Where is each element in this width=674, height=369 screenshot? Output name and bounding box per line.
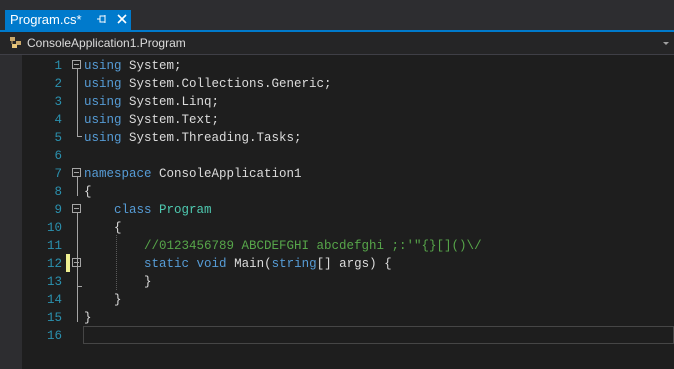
code-line[interactable]: namespace ConsoleApplication1 bbox=[84, 165, 302, 183]
code-line[interactable]: static void Main(string[] args) { bbox=[84, 255, 392, 273]
line-number: 9 bbox=[54, 203, 62, 217]
type-token: Program bbox=[159, 203, 212, 217]
navigation-bar[interactable]: ConsoleApplication1.Program bbox=[0, 32, 674, 55]
class-icon bbox=[9, 36, 24, 50]
keyword-token: namespace bbox=[84, 167, 152, 181]
line-number: 13 bbox=[46, 275, 62, 289]
close-icon[interactable] bbox=[115, 10, 129, 30]
keyword-token: void bbox=[196, 257, 227, 271]
outline-guide-end bbox=[77, 286, 82, 287]
code-token: } bbox=[84, 275, 152, 289]
code-line[interactable]: using System.Collections.Generic; bbox=[84, 75, 332, 93]
keyword-token: using bbox=[84, 95, 122, 109]
keyword-token: class bbox=[114, 203, 152, 217]
line-number: 5 bbox=[54, 131, 62, 145]
line-number: 12 bbox=[46, 257, 62, 271]
tab-title: Program.cs* bbox=[10, 12, 82, 27]
keyword-token: using bbox=[84, 131, 122, 145]
outline-guide-end bbox=[77, 136, 82, 137]
outline-guide bbox=[77, 69, 78, 136]
code-token: { bbox=[84, 221, 122, 235]
code-line[interactable]: { bbox=[84, 183, 92, 201]
document-tab-strip: Program.cs* bbox=[0, 0, 674, 30]
chevron-down-icon[interactable] bbox=[661, 35, 671, 51]
code-token: Main( bbox=[226, 257, 272, 271]
line-number: 16 bbox=[46, 329, 62, 343]
code-editor[interactable]: 1 2 3 4 5 6 7 8 9 10 11 12 13 14 15 16 using System; usi… bbox=[0, 55, 674, 369]
line-number: 4 bbox=[54, 113, 62, 127]
line-number: 15 bbox=[46, 311, 62, 325]
code-line[interactable]: //0123456789 ABCDEFGHI abcdefghi ;:'"{}[… bbox=[84, 237, 482, 255]
line-number: 14 bbox=[46, 293, 62, 307]
line-number: 3 bbox=[54, 95, 62, 109]
collapse-icon[interactable] bbox=[72, 168, 81, 177]
code-token: System; bbox=[121, 59, 182, 73]
keyword-token: using bbox=[84, 77, 122, 91]
collapse-icon[interactable] bbox=[72, 258, 81, 267]
pin-icon[interactable] bbox=[95, 10, 109, 30]
collapse-icon[interactable] bbox=[72, 60, 81, 69]
line-number: 2 bbox=[54, 77, 62, 91]
outline-guide bbox=[77, 267, 78, 286]
unsaved-change-marker bbox=[66, 254, 70, 272]
code-token: } bbox=[84, 311, 92, 325]
code-token: System.Collections.Generic; bbox=[121, 77, 332, 91]
code-line[interactable]: using System.Linq; bbox=[84, 93, 219, 111]
indicator-margin bbox=[0, 55, 22, 369]
code-line[interactable]: using System.Text; bbox=[84, 111, 219, 129]
line-number: 1 bbox=[54, 59, 62, 73]
line-number: 7 bbox=[54, 167, 62, 181]
line-number: 8 bbox=[54, 185, 62, 199]
scope-label: ConsoleApplication1.Program bbox=[27, 36, 186, 50]
code-token: { bbox=[84, 185, 92, 199]
code-line[interactable]: } bbox=[84, 273, 152, 291]
code-token: System.Text; bbox=[121, 113, 220, 127]
code-line[interactable]: } bbox=[84, 291, 122, 309]
code-line[interactable]: class Program bbox=[84, 201, 212, 219]
tab-program-cs[interactable]: Program.cs* bbox=[5, 10, 131, 30]
line-number: 11 bbox=[46, 239, 62, 253]
line-number: 6 bbox=[54, 149, 62, 163]
outline-guide bbox=[77, 177, 78, 196]
code-token: System.Threading.Tasks; bbox=[121, 131, 302, 145]
current-line-highlight bbox=[83, 326, 674, 344]
code-token: [] args) { bbox=[316, 257, 392, 271]
code-line[interactable]: using System; bbox=[84, 57, 182, 75]
collapse-icon[interactable] bbox=[72, 204, 81, 213]
code-line[interactable]: { bbox=[84, 219, 122, 237]
code-token: ConsoleApplication1 bbox=[151, 167, 302, 181]
code-token: System.Linq; bbox=[121, 95, 220, 109]
comment-token: //0123456789 ABCDEFGHI abcdefghi ;:'"{}[… bbox=[84, 239, 482, 253]
keyword-token: static bbox=[144, 257, 190, 271]
keyword-token: using bbox=[84, 113, 122, 127]
code-line[interactable]: using System.Threading.Tasks; bbox=[84, 129, 302, 147]
keyword-token: using bbox=[84, 59, 122, 73]
keyword-token: string bbox=[271, 257, 317, 271]
line-number: 10 bbox=[46, 221, 62, 235]
code-line[interactable]: } bbox=[84, 309, 92, 327]
code-token: } bbox=[84, 293, 122, 307]
